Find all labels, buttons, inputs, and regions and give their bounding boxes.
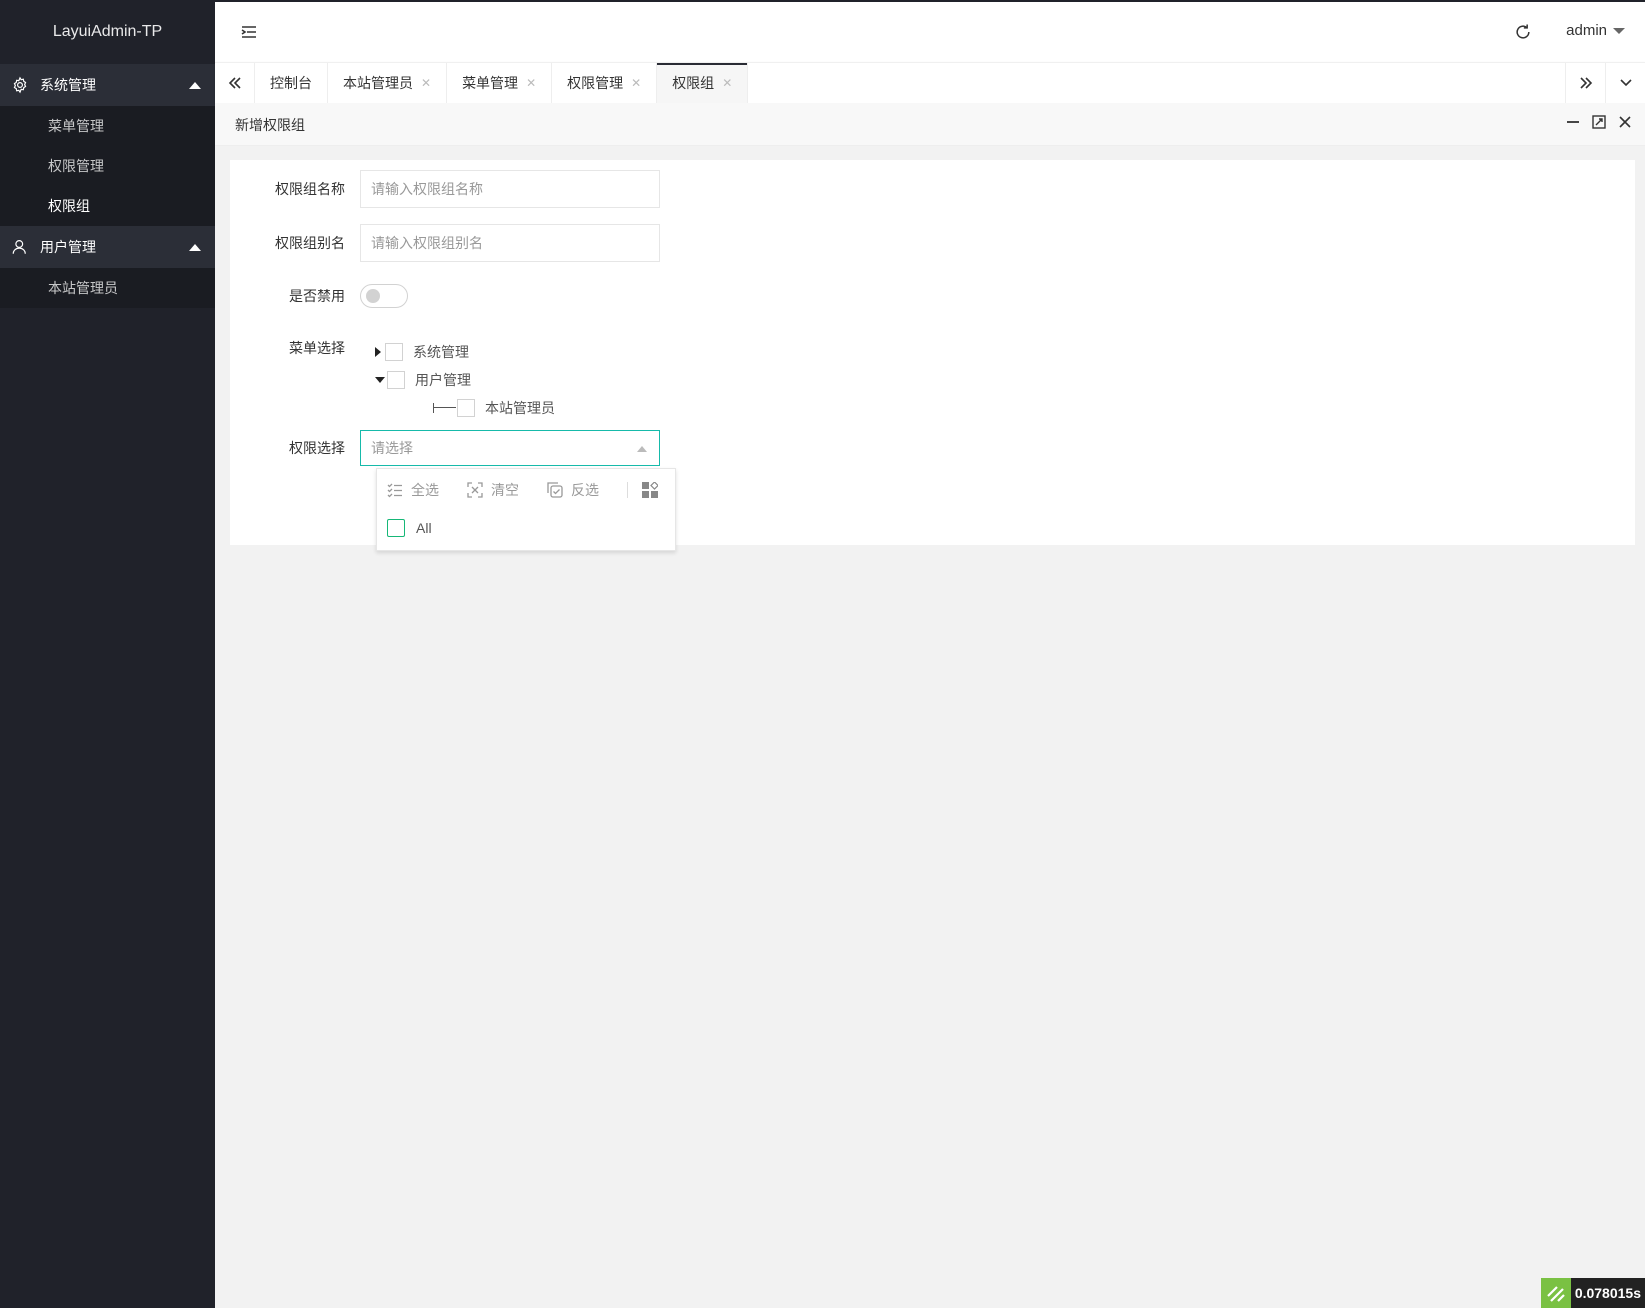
form-row-disabled: 是否禁用 — [230, 284, 408, 308]
clear-icon — [467, 482, 483, 498]
tab-label: 本站管理员 — [343, 75, 413, 91]
close-icon[interactable] — [1617, 114, 1633, 130]
sidebar-item-menu[interactable]: 菜单管理 — [0, 106, 215, 146]
tab-label: 权限管理 — [567, 75, 624, 91]
window-controls — [1565, 114, 1633, 130]
tree-checkbox[interactable] — [387, 371, 405, 389]
tool-label: 全选 — [411, 482, 439, 498]
invert-button[interactable]: 反选 — [547, 480, 599, 500]
close-icon[interactable]: ✕ — [526, 63, 536, 103]
menu-label: 菜单选择 — [289, 340, 345, 356]
tabs-scroll-left-icon[interactable] — [215, 63, 255, 103]
select-all-button[interactable]: 全选 — [387, 480, 439, 500]
sidebar-item-permission-group[interactable]: 权限组 — [0, 186, 215, 226]
tab-label: 菜单管理 — [462, 75, 519, 91]
user-menu[interactable]: admin — [1566, 22, 1625, 39]
caret-up-icon — [189, 243, 201, 251]
collapse-sidebar-icon[interactable] — [237, 20, 261, 44]
form-row-alias: 权限组别名 — [230, 224, 660, 262]
tree-node-label[interactable]: 用户管理 — [415, 370, 471, 390]
list-check-icon — [387, 482, 403, 498]
sidebar-submenu-user: 本站管理员 — [0, 268, 215, 308]
tree-node-site-admin: 本站管理员 — [375, 394, 555, 422]
sidebar: LayuiAdmin-TP 系统管理 菜单管理 权限管理 权限组 用户管理 本站… — [0, 0, 215, 1308]
form-row-menu: 菜单选择 — [230, 338, 360, 358]
toolbar-divider — [627, 482, 628, 498]
tab-menu[interactable]: 菜单管理 ✕ — [447, 63, 553, 103]
tab-permission[interactable]: 权限管理 ✕ — [552, 63, 658, 103]
page-title: 新增权限组 — [235, 117, 305, 133]
tree-branch-line — [433, 403, 456, 413]
clear-button[interactable]: 清空 — [467, 480, 519, 500]
grid-icon[interactable] — [642, 482, 658, 498]
tab-label: 权限组 — [672, 75, 715, 91]
tab-label: 控制台 — [270, 75, 312, 91]
dropdown-toolbar: 全选 清空 反选 — [377, 469, 675, 511]
dropdown-option[interactable]: All — [377, 511, 675, 545]
top-header: admin — [215, 0, 1645, 62]
tool-label: 清空 — [491, 482, 519, 498]
tree-node-label[interactable]: 本站管理员 — [485, 398, 555, 418]
tree-node-system: 系统管理 — [375, 338, 555, 366]
app-logo[interactable]: LayuiAdmin-TP — [0, 0, 215, 64]
timer-value: 0.078015s — [1570, 1278, 1645, 1308]
user-icon — [10, 237, 30, 257]
sidebar-group-label: 用户管理 — [40, 239, 96, 255]
sidebar-item-permission[interactable]: 权限管理 — [0, 146, 215, 186]
sidebar-group-system[interactable]: 系统管理 — [0, 64, 215, 106]
tabs-scroll-right-icon[interactable] — [1565, 63, 1605, 103]
page-tabs: 控制台 本站管理员 ✕ 菜单管理 ✕ 权限管理 ✕ 权限组 ✕ — [215, 62, 1645, 103]
form-card: 权限组名称 权限组别名 是否禁用 菜单选择 系统管理 用户管理 本站管理员 权限… — [230, 160, 1635, 551]
tree-node-user: 用户管理 — [375, 366, 555, 394]
name-label: 权限组名称 — [275, 181, 345, 197]
invert-icon — [547, 482, 563, 498]
sidebar-group-label: 系统管理 — [40, 77, 96, 93]
tree-checkbox[interactable] — [457, 399, 475, 417]
sidebar-item-site-admin[interactable]: 本站管理员 — [0, 268, 215, 308]
select-placeholder: 请选择 — [371, 440, 413, 456]
minimize-icon[interactable] — [1565, 114, 1581, 130]
alias-field[interactable] — [360, 224, 660, 262]
option-checkbox[interactable] — [387, 519, 405, 537]
permission-label: 权限选择 — [289, 440, 345, 456]
tab-console[interactable]: 控制台 — [255, 63, 328, 103]
collapse-icon[interactable] — [375, 377, 385, 383]
close-icon[interactable]: ✕ — [722, 63, 732, 103]
tree-checkbox[interactable] — [385, 343, 403, 361]
refresh-icon[interactable] — [1513, 22, 1533, 42]
layer-title-bar: 新增权限组 — [215, 103, 1645, 146]
permission-dropdown: 全选 清空 反选 All — [376, 468, 676, 551]
tab-site-admin[interactable]: 本站管理员 ✕ — [328, 63, 448, 103]
tab-list: 控制台 本站管理员 ✕ 菜单管理 ✕ 权限管理 ✕ 权限组 ✕ — [255, 63, 749, 103]
caret-down-icon — [1613, 27, 1625, 34]
close-icon[interactable]: ✕ — [421, 63, 431, 103]
alias-label: 权限组别名 — [275, 235, 345, 251]
form-row-permission: 权限选择 请选择 — [230, 430, 660, 466]
trace-timer-badge[interactable]: 0.078015s — [1540, 1278, 1645, 1308]
form-row-name: 权限组名称 — [230, 170, 660, 208]
tree-node-label[interactable]: 系统管理 — [413, 342, 469, 362]
sidebar-group-user[interactable]: 用户管理 — [0, 226, 215, 268]
user-name: admin — [1566, 22, 1607, 39]
gear-icon — [10, 75, 30, 95]
disabled-toggle[interactable] — [360, 284, 408, 308]
expand-icon[interactable] — [375, 347, 381, 357]
disabled-label: 是否禁用 — [289, 288, 345, 304]
sidebar-submenu-system: 菜单管理 权限管理 权限组 — [0, 106, 215, 226]
permission-select[interactable]: 请选择 — [360, 430, 660, 466]
caret-up-icon — [189, 81, 201, 89]
maximize-icon[interactable] — [1591, 114, 1607, 130]
caret-up-icon — [637, 446, 647, 452]
tab-permission-group[interactable]: 权限组 ✕ — [657, 63, 749, 103]
option-label: All — [416, 520, 432, 536]
thinkphp-trace-icon — [1540, 1278, 1571, 1308]
tool-label: 反选 — [571, 482, 599, 498]
name-field[interactable] — [360, 170, 660, 208]
menu-tree: 系统管理 用户管理 本站管理员 — [375, 338, 555, 422]
tabs-menu-chevron-down-icon[interactable] — [1605, 63, 1645, 103]
close-icon[interactable]: ✕ — [631, 63, 641, 103]
